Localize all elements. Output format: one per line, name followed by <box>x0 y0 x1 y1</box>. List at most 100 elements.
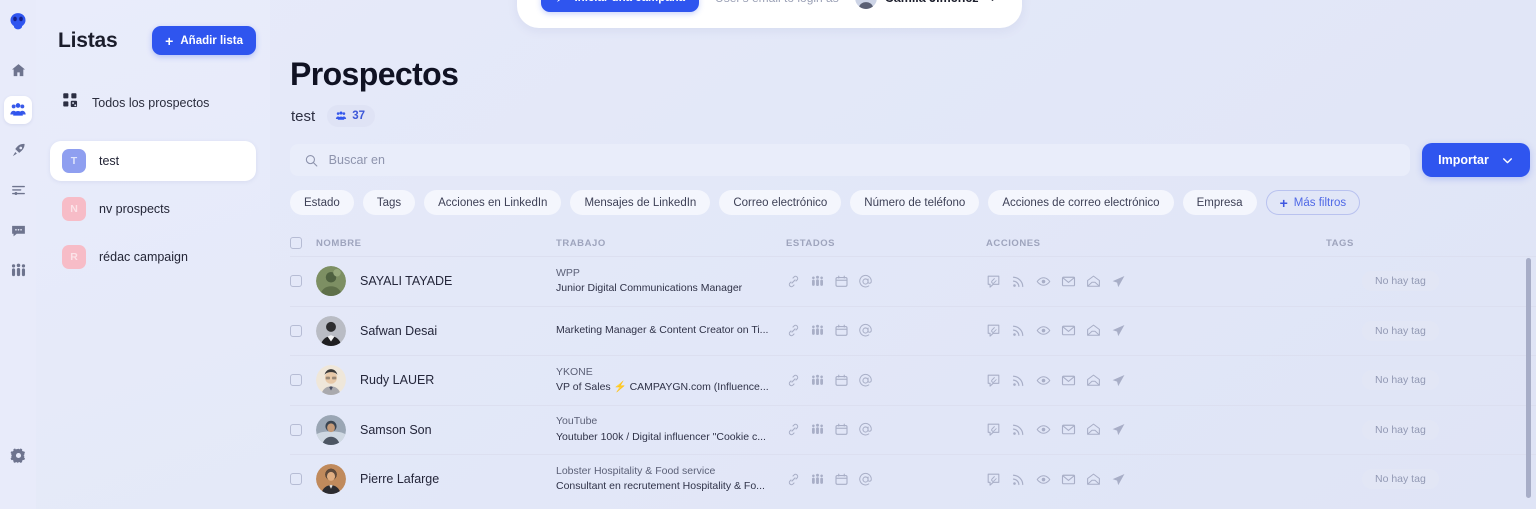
eye-icon[interactable] <box>1036 422 1051 437</box>
prospect-name: Pierre Lafarge <box>360 472 440 487</box>
rss-icon[interactable] <box>1011 472 1026 487</box>
rail-item-team[interactable] <box>4 256 32 284</box>
sidebar-item-redac-campaign[interactable]: R rédac campaign <box>50 237 256 277</box>
rail-item-prospects[interactable] <box>4 96 32 124</box>
rail-item-sequences[interactable] <box>4 176 32 204</box>
at-sign-icon[interactable] <box>858 323 873 338</box>
rss-icon[interactable] <box>1011 323 1026 338</box>
row-checkbox[interactable] <box>290 423 302 436</box>
link-icon[interactable] <box>786 274 801 289</box>
filter-chip-email[interactable]: Correo electrónico <box>719 190 842 215</box>
filter-chip-estado[interactable]: Estado <box>290 190 354 215</box>
link-icon[interactable] <box>786 422 801 437</box>
message-tag-icon[interactable] <box>986 323 1001 338</box>
sidebar-item-nv-prospects[interactable]: N nv prospects <box>50 189 256 229</box>
message-tag-icon[interactable] <box>986 472 1001 487</box>
rail-item-campaigns[interactable] <box>4 136 32 164</box>
filter-chip-linkedin-messages[interactable]: Mensajes de LinkedIn <box>570 190 711 215</box>
search-box[interactable] <box>290 144 1410 176</box>
envelope-open-icon[interactable] <box>1086 422 1101 437</box>
table-row[interactable]: Pierre Lafarge Lobster Hospitality & Foo… <box>290 454 1536 504</box>
more-filters-button[interactable]: + Más filtros <box>1265 190 1361 215</box>
envelope-closed-icon[interactable] <box>1061 472 1076 487</box>
app-logo[interactable] <box>7 10 29 32</box>
at-sign-icon[interactable] <box>858 274 873 289</box>
vertical-scrollbar[interactable] <box>1526 258 1531 498</box>
paper-plane-icon[interactable] <box>1111 472 1126 487</box>
eye-icon[interactable] <box>1036 373 1051 388</box>
at-sign-icon[interactable] <box>858 422 873 437</box>
envelope-open-icon[interactable] <box>1086 323 1101 338</box>
calendar-icon[interactable] <box>834 274 849 289</box>
eye-icon[interactable] <box>1036 274 1051 289</box>
envelope-open-icon[interactable] <box>1086 274 1101 289</box>
rss-icon[interactable] <box>1011 422 1026 437</box>
envelope-closed-icon[interactable] <box>1061 373 1076 388</box>
search-input[interactable] <box>328 153 1396 167</box>
eye-icon[interactable] <box>1036 472 1051 487</box>
calendar-icon[interactable] <box>834 373 849 388</box>
envelope-open-icon[interactable] <box>1086 373 1101 388</box>
envelope-closed-icon[interactable] <box>1061 274 1076 289</box>
link-icon[interactable] <box>786 323 801 338</box>
link-icon[interactable] <box>786 472 801 487</box>
envelope-closed-icon[interactable] <box>1061 422 1076 437</box>
row-select-cell[interactable] <box>290 473 316 486</box>
filter-chip-linkedin-actions[interactable]: Acciones en LinkedIn <box>424 190 562 215</box>
row-select-cell[interactable] <box>290 275 316 288</box>
message-tag-icon[interactable] <box>986 422 1001 437</box>
table-row[interactable]: Rudy LAUER YKONE VP of Sales ⚡ CAMPAYGN.… <box>290 355 1536 405</box>
envelope-open-icon[interactable] <box>1086 472 1101 487</box>
table-row[interactable]: Safwan Desai Marketing Manager & Content… <box>290 305 1536 356</box>
filter-chip-email-actions[interactable]: Acciones de correo electrónico <box>988 190 1174 215</box>
prospect-status-cell <box>786 422 986 437</box>
sidebar-item-all-prospects[interactable]: Todos los prospectos <box>50 83 256 123</box>
eye-icon[interactable] <box>1036 323 1051 338</box>
select-all-cell[interactable] <box>290 237 316 249</box>
row-checkbox[interactable] <box>290 374 302 387</box>
sidebar-title: Listas <box>58 28 118 52</box>
table-row[interactable]: SAYALI TAYADE WPP Junior Digital Communi… <box>290 256 1536 306</box>
sidebar-item-test[interactable]: T test <box>50 141 256 181</box>
people-group-icon[interactable] <box>810 373 825 388</box>
row-checkbox[interactable] <box>290 473 302 486</box>
filter-chip-tags[interactable]: Tags <box>362 190 416 215</box>
filter-chip-company[interactable]: Empresa <box>1182 190 1257 215</box>
calendar-icon[interactable] <box>834 323 849 338</box>
paper-plane-icon[interactable] <box>1111 422 1126 437</box>
top-bar-card: Iniciar una campaña User's email to logi… <box>517 0 1022 28</box>
message-tag-icon[interactable] <box>986 274 1001 289</box>
row-select-cell[interactable] <box>290 324 316 337</box>
calendar-icon[interactable] <box>834 472 849 487</box>
rss-icon[interactable] <box>1011 274 1026 289</box>
row-checkbox[interactable] <box>290 324 302 337</box>
people-group-icon[interactable] <box>810 323 825 338</box>
start-campaign-button[interactable]: Iniciar una campaña <box>541 0 700 12</box>
people-group-icon[interactable] <box>810 422 825 437</box>
paper-plane-icon[interactable] <box>1111 274 1126 289</box>
message-tag-icon[interactable] <box>986 373 1001 388</box>
paper-plane-icon[interactable] <box>1111 323 1126 338</box>
rail-item-messages[interactable] <box>4 216 32 244</box>
rail-item-settings[interactable] <box>4 441 32 469</box>
paper-plane-icon[interactable] <box>1111 373 1126 388</box>
envelope-closed-icon[interactable] <box>1061 323 1076 338</box>
table-row[interactable]: Samson Son YouTube Youtuber 100k / Digit… <box>290 404 1536 455</box>
row-select-cell[interactable] <box>290 374 316 387</box>
rail-item-home[interactable] <box>4 56 32 84</box>
add-list-button[interactable]: + Añadir lista <box>152 26 256 55</box>
people-group-icon[interactable] <box>810 274 825 289</box>
rss-icon[interactable] <box>1011 373 1026 388</box>
no-tag-badge: No hay tag <box>1362 469 1439 490</box>
link-icon[interactable] <box>786 373 801 388</box>
select-all-checkbox[interactable] <box>290 237 302 249</box>
import-button[interactable]: Importar <box>1422 143 1530 177</box>
calendar-icon[interactable] <box>834 422 849 437</box>
row-select-cell[interactable] <box>290 423 316 436</box>
at-sign-icon[interactable] <box>858 373 873 388</box>
people-group-icon[interactable] <box>810 472 825 487</box>
at-sign-icon[interactable] <box>858 472 873 487</box>
filter-chip-phone[interactable]: Número de teléfono <box>850 190 980 215</box>
row-checkbox[interactable] <box>290 275 302 288</box>
user-menu[interactable]: Camila Jimenez <box>854 0 998 9</box>
